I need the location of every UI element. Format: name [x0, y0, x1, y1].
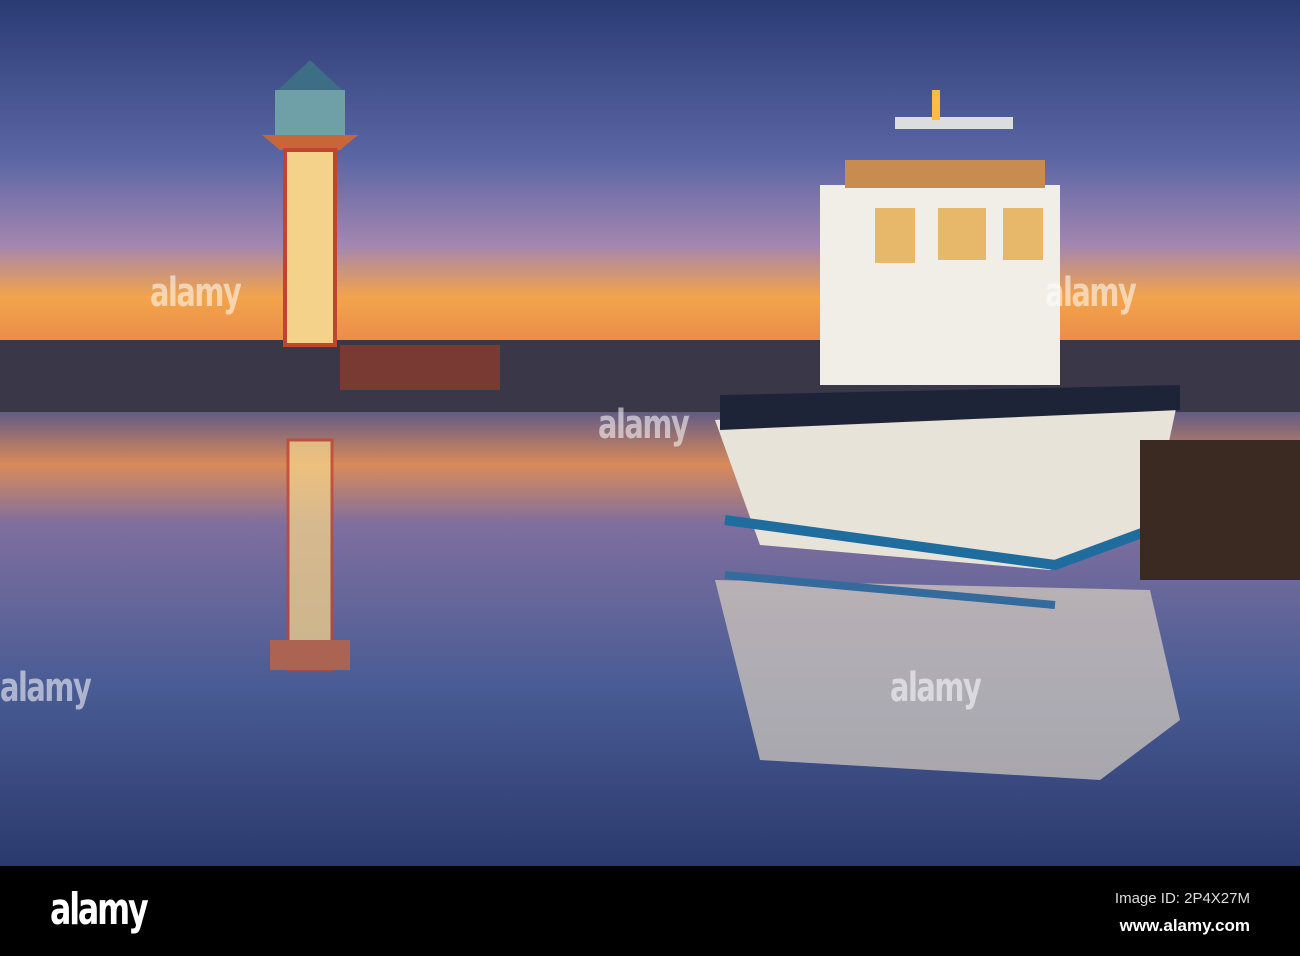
watermark: alamy: [598, 402, 690, 448]
website-link[interactable]: www.alamy.com: [1120, 916, 1250, 936]
watermark: alamy: [1045, 270, 1137, 316]
footer-bar: alamy Image ID: 2P4X27M www.alamy.com: [0, 866, 1300, 956]
watermark: alamy: [0, 665, 92, 711]
stock-photo-page: alamy alamy alamy alamy alamy alamy Imag…: [0, 0, 1300, 956]
dock: [1140, 440, 1300, 580]
image-id: Image ID: 2P4X27M: [1114, 890, 1250, 907]
alamy-logo: alamy: [50, 884, 149, 935]
watermark: alamy: [890, 665, 982, 711]
watermark: alamy: [150, 270, 242, 316]
